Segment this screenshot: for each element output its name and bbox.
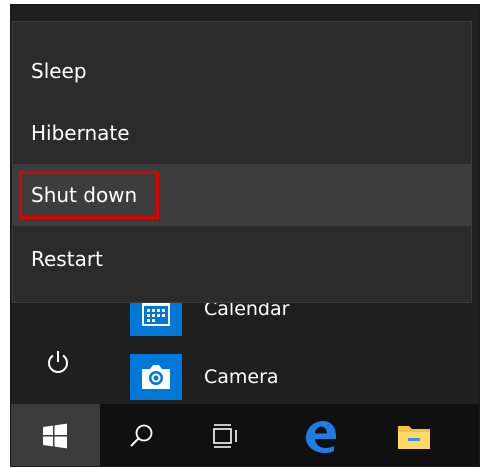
task-view-icon [213,423,237,448]
camera-icon [142,365,170,389]
start-button[interactable] [10,404,100,467]
task-view-button[interactable] [184,404,268,467]
app-list: Calendar Camera [120,290,480,404]
menu-item-hibernate-label: Hibernate [31,121,130,145]
windows-logo-icon [43,423,67,448]
app-camera-label[interactable]: Camera [204,366,279,388]
power-menu: Sleep Hibernate Shut down Restart [12,21,472,303]
search-button[interactable] [100,404,184,467]
search-icon [130,424,153,447]
menu-item-restart[interactable]: Restart [13,228,471,290]
calendar-icon [142,300,170,326]
menu-item-hibernate[interactable]: Hibernate [13,102,471,164]
menu-item-sleep[interactable]: Sleep [13,40,471,102]
menu-item-shut-down[interactable]: Shut down [13,164,471,226]
edge-icon [306,420,336,453]
power-button[interactable] [32,336,84,388]
menu-item-shut-down-label: Shut down [31,183,138,207]
power-icon [48,351,68,373]
folder-icon [398,425,430,449]
edge-button[interactable] [278,404,362,467]
menu-item-restart-label: Restart [31,247,103,271]
menu-item-sleep-label: Sleep [31,59,87,83]
file-explorer-button[interactable] [372,404,456,467]
taskbar [10,404,480,467]
app-camera-tile[interactable] [130,354,182,400]
